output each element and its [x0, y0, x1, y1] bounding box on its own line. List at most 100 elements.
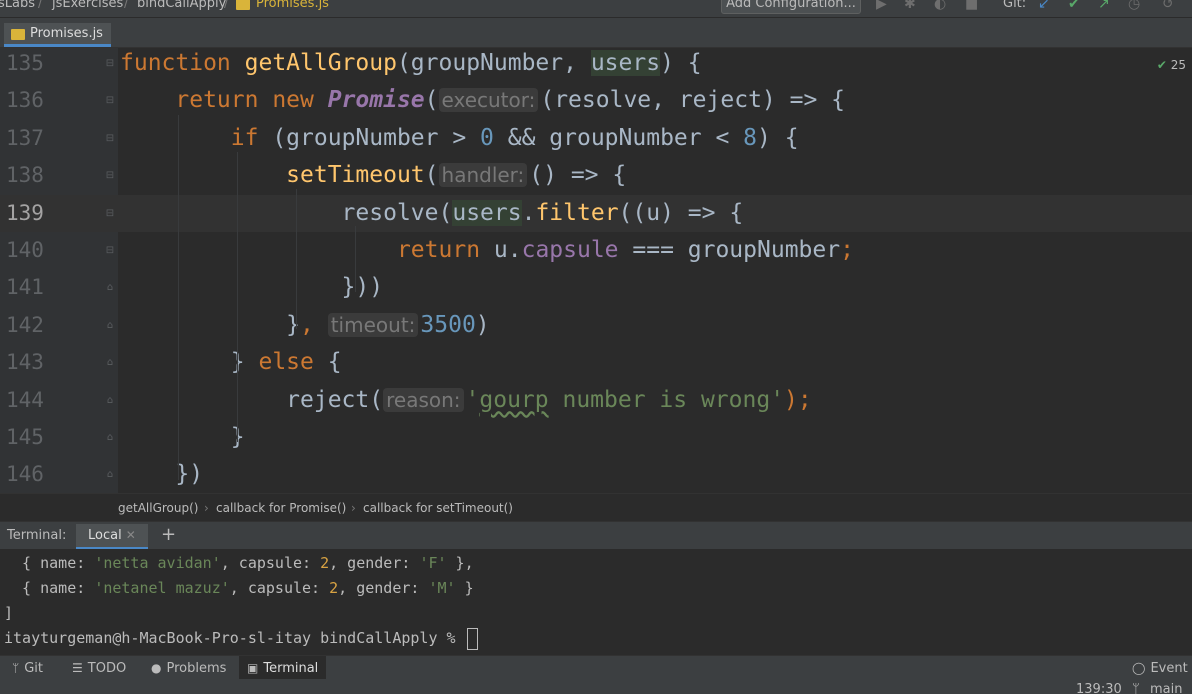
nav-crumb-folder[interactable]: jsExercises: [52, 0, 123, 11]
check-icon: ✔: [1156, 58, 1167, 72]
code-text: reject(reason:'gourp number is wrong');: [120, 382, 812, 419]
breadcrumb-separator: ›: [204, 501, 209, 515]
fold-marker-icon[interactable]: ⌂: [102, 394, 118, 408]
line-number[interactable]: 136: [6, 82, 50, 119]
debug-icon[interactable]: ✱: [904, 0, 916, 12]
inspection-widget[interactable]: ✔ 25: [1157, 58, 1186, 72]
code-line[interactable]: 135 ⊟ function getAllGroup(groupNumber, us…: [0, 48, 1192, 82]
line-number[interactable]: 137: [6, 120, 50, 157]
fold-marker-icon[interactable]: ⌂: [102, 468, 118, 482]
tool-event-log-button[interactable]: ◯ Event L: [1124, 656, 1192, 680]
terminal-cursor: [466, 627, 478, 650]
fold-marker-icon[interactable]: ⌂: [102, 281, 118, 295]
add-configuration-button[interactable]: Add Configuration...: [721, 0, 861, 14]
caret-position[interactable]: 139:30: [1076, 682, 1122, 694]
line-number[interactable]: 143: [6, 344, 50, 381]
terminal-icon: ▣: [247, 661, 259, 675]
stop-icon[interactable]: ■: [965, 0, 978, 12]
line-number[interactable]: 146: [6, 456, 50, 493]
terminal-line: { name: 'netta avidan', capsule: 2, gend…: [4, 551, 474, 575]
code-text: })): [120, 269, 384, 306]
code-token: (groupNumber,: [396, 50, 591, 76]
fold-marker-icon[interactable]: ⊟: [102, 94, 118, 108]
code-token: .: [521, 199, 536, 226]
fold-marker-icon[interactable]: ⊟: [102, 207, 118, 221]
git-branch[interactable]: main: [1150, 682, 1182, 694]
navigation-bar: sLabs / jsExercises / bindCallApply / Pr…: [0, 0, 1192, 18]
code-text: }, timeout: 3500): [120, 307, 490, 344]
tool-problems-button[interactable]: ● Problems: [143, 656, 234, 680]
rollback-icon[interactable]: ↺: [1162, 0, 1174, 12]
line-number[interactable]: 138: [6, 157, 50, 194]
coverage-icon[interactable]: ◐: [934, 0, 946, 12]
code-token: );: [784, 386, 812, 413]
code-token: capsule: [521, 237, 619, 263]
tool-git-button[interactable]: ᛘ Git: [4, 656, 51, 680]
history-icon[interactable]: ◷: [1128, 0, 1140, 12]
terminal-title: Terminal:: [7, 528, 67, 543]
nav-crumb-project[interactable]: sLabs: [0, 0, 35, 11]
fold-marker-icon[interactable]: ⊟: [102, 169, 118, 183]
code-token: reject(: [120, 386, 384, 413]
add-terminal-icon[interactable]: +: [161, 524, 176, 545]
breadcrumb-item[interactable]: getAllGroup(): [118, 501, 198, 515]
indent-guide: [355, 226, 356, 292]
indent-guide: [178, 115, 179, 480]
code-token: && groupNumber <: [493, 124, 744, 151]
line-number[interactable]: 135: [6, 48, 50, 82]
git-label: Git:: [1003, 0, 1027, 11]
line-number[interactable]: 142: [6, 307, 50, 344]
code-token: resolve(: [120, 199, 453, 226]
line-number[interactable]: 141: [6, 269, 50, 306]
git-commit-icon[interactable]: ✔: [1068, 0, 1080, 12]
code-text: }: [120, 419, 245, 456]
terminal-token: itayturgeman@h-MacBook-Pro-sl-itay bindC…: [4, 629, 465, 647]
nav-crumb-subfolder[interactable]: bindCallApply: [137, 0, 226, 11]
fold-marker-icon[interactable]: ⌂: [102, 319, 118, 333]
tool-terminal-button[interactable]: ▣ Terminal: [239, 656, 327, 680]
code-token: ': [465, 386, 480, 413]
terminal-output[interactable]: { name: 'netta avidan', capsule: 2, gend…: [0, 549, 1192, 655]
tool-git-label: Git: [24, 661, 43, 676]
line-number[interactable]: 139: [6, 195, 50, 232]
code-token: u.: [493, 237, 522, 263]
code-token: (resolve, reject) => {: [540, 87, 845, 114]
terminal-tab-local[interactable]: Local ✕: [76, 524, 148, 550]
code-token: getAllGroup: [244, 50, 397, 76]
nav-crumb-file[interactable]: Promises.js: [256, 0, 329, 11]
line-number[interactable]: 140: [6, 232, 50, 269]
fold-marker-icon[interactable]: ⌂: [102, 431, 118, 445]
terminal-token: , capsule:: [220, 554, 321, 572]
code-editor[interactable]: 135 ⊟ function getAllGroup(groupNumber, us…: [0, 48, 1192, 493]
run-icon[interactable]: ▶: [876, 0, 887, 12]
breadcrumb-item[interactable]: callback for Promise(): [216, 501, 346, 515]
code-token: ) {: [660, 50, 702, 76]
code-token: return: [175, 87, 273, 114]
fold-marker-icon[interactable]: ⊟: [102, 57, 118, 71]
fold-marker-icon[interactable]: ⌂: [102, 356, 118, 370]
git-update-icon[interactable]: ↙: [1038, 0, 1050, 12]
indent-guide: [296, 189, 297, 329]
parameter-hint: executor:: [438, 88, 539, 113]
problems-icon: ●: [151, 661, 162, 675]
line-number[interactable]: 144: [6, 382, 50, 419]
code-token: ((u) => {: [618, 199, 744, 226]
event-log-icon: ◯: [1132, 661, 1146, 675]
code-text: setTimeout(handler:() => {: [120, 157, 626, 194]
line-number[interactable]: 145: [6, 419, 50, 456]
code-token: }: [120, 424, 245, 450]
terminal-token: },: [446, 554, 474, 572]
close-icon[interactable]: ✕: [126, 528, 136, 542]
terminal-line: ]: [4, 601, 13, 625]
git-push-icon[interactable]: ↗: [1098, 0, 1110, 12]
fold-marker-icon[interactable]: ⊟: [102, 132, 118, 146]
breadcrumb: getAllGroup() › callback for Promise() ›…: [0, 493, 1192, 521]
tool-todo-button[interactable]: ☰ TODO: [64, 656, 134, 680]
code-token: 0: [480, 124, 494, 151]
editor-tab-promises[interactable]: Promises.js: [4, 23, 111, 47]
breadcrumb-item[interactable]: callback for setTimeout(): [363, 501, 513, 515]
fold-marker-icon[interactable]: ⊟: [102, 244, 118, 258]
editor-tab-row: Promises.js: [0, 18, 1192, 48]
nav-crumb-separator: /: [38, 0, 43, 11]
